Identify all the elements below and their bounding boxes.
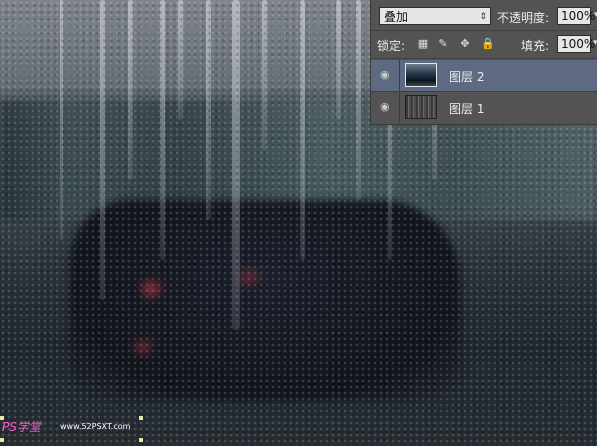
layers-panel: 叠加 ⇕ 不透明度: 100% ▾ 锁定: ▦ ✎ ✥ 🔒 填充: 100% ▾… — [370, 0, 597, 125]
fill-input[interactable]: 100% — [557, 35, 595, 53]
visibility-eye-icon[interactable]: ◉ — [380, 69, 394, 81]
lock-position-icon[interactable]: ✥ — [459, 38, 471, 50]
opacity-input[interactable]: 100% — [557, 7, 595, 25]
divider — [371, 58, 597, 59]
layer-name: 图层 2 — [449, 70, 485, 84]
lock-image-pixels-icon[interactable]: ✎ — [437, 38, 449, 50]
lock-all-icon[interactable]: 🔒 — [481, 38, 495, 50]
divider — [371, 30, 597, 31]
watermark-corner — [0, 416, 4, 420]
watermark-corner — [139, 416, 143, 420]
up-down-arrows-icon: ⇕ — [479, 12, 487, 22]
blend-mode-value: 叠加 — [384, 10, 409, 24]
lock-label: 锁定: — [377, 39, 406, 53]
opacity-label: 不透明度: — [497, 11, 550, 25]
layer-name: 图层 1 — [449, 102, 485, 116]
visibility-eye-icon[interactable]: ◉ — [380, 101, 394, 113]
watermark-corner — [139, 438, 143, 442]
watermark-corner — [0, 438, 4, 442]
blend-mode-select[interactable]: 叠加 ⇕ — [379, 7, 491, 25]
layer-row-1[interactable]: ◉ 图层 1 — [371, 92, 597, 123]
texture-thumbnail — [405, 95, 437, 119]
fill-label: 填充: — [521, 39, 550, 53]
divider — [399, 92, 400, 123]
lock-transparent-pixels-icon[interactable]: ▦ — [417, 38, 429, 50]
layer-row-2[interactable]: ◉ 图层 2 — [371, 60, 597, 91]
divider — [399, 60, 400, 91]
watermark-site-text: www.52PSXT.com — [60, 422, 131, 431]
blend-row: 叠加 ⇕ 不透明度: 100% ▾ — [377, 5, 597, 27]
rain-photo-thumbnail — [405, 63, 437, 87]
fill-dropdown-icon[interactable]: ▾ — [593, 38, 597, 48]
watermark-logo-text: PS学堂 — [2, 420, 41, 434]
